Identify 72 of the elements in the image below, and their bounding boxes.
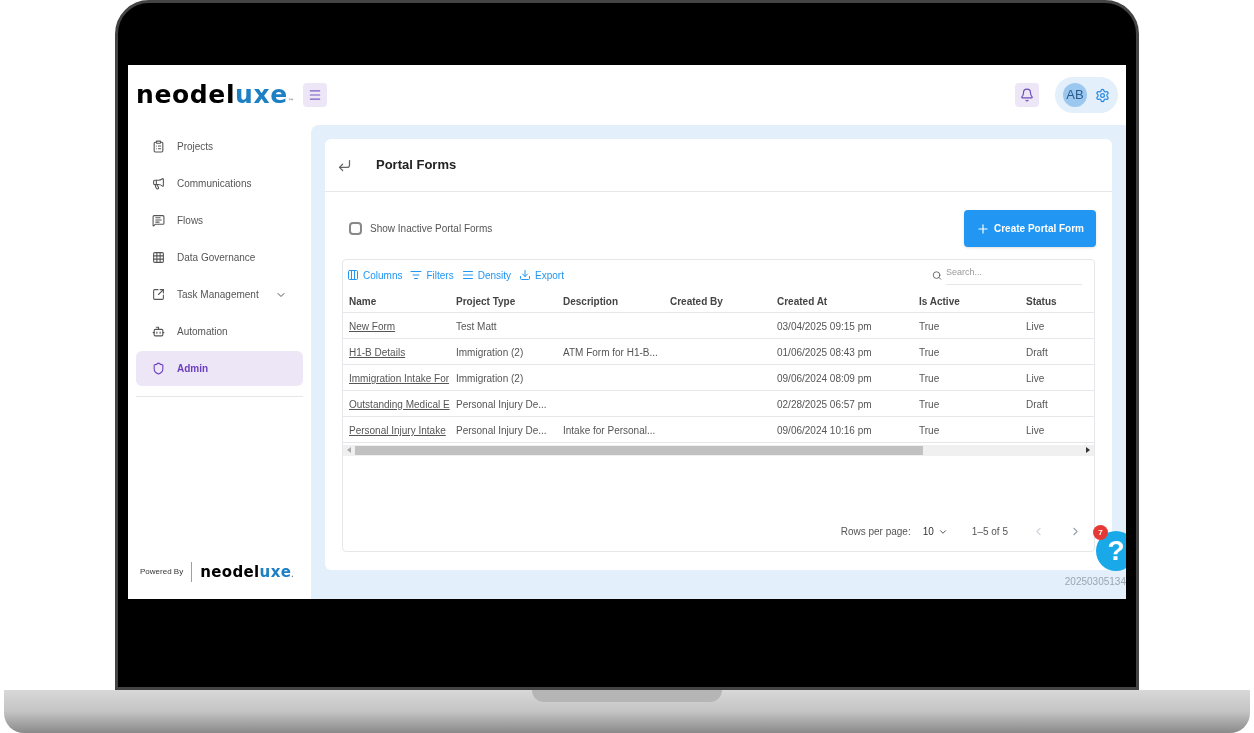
sidebar-item[interactable]: Admin <box>136 351 303 386</box>
sidebar-item[interactable]: Data Governance <box>136 240 303 275</box>
table-cell: True <box>919 425 940 436</box>
column-header[interactable]: Is Active <box>919 296 960 307</box>
powered-by-label: Powered By <box>140 565 184 578</box>
sidebar-item[interactable]: Flows <box>136 203 303 238</box>
clipboard-icon <box>152 140 165 153</box>
form-link[interactable]: Outstanding Medical E <box>349 399 450 410</box>
rows-per-page-select[interactable]: 10 <box>922 524 948 539</box>
table-cell: True <box>919 321 940 332</box>
table-cell: 09/06/2024 08:09 pm <box>777 373 872 384</box>
column-header[interactable]: Name <box>349 296 377 307</box>
notification-button[interactable] <box>1015 83 1039 107</box>
robot-icon <box>152 325 165 338</box>
user-pill[interactable]: AB <box>1055 77 1118 113</box>
form-link[interactable]: Personal Injury Intake <box>349 425 446 436</box>
table-cell: True <box>919 373 940 384</box>
page-title: Portal Forms <box>376 156 457 175</box>
settings-icon[interactable] <box>1095 87 1110 103</box>
rows-per-page-label: Rows per page: <box>840 525 911 539</box>
column-header[interactable]: Created By <box>670 296 723 307</box>
density-icon <box>461 269 474 282</box>
form-link[interactable]: Immigration Intake For <box>349 373 450 384</box>
horizontal-scrollbar[interactable] <box>343 444 1094 456</box>
table-cell: Intake for Personal... <box>563 425 656 436</box>
column-header[interactable]: Project Type <box>456 296 516 307</box>
column-header[interactable]: Created At <box>777 296 828 307</box>
table-cell: True <box>919 399 940 410</box>
table-cell: 01/06/2025 08:43 pm <box>777 347 872 358</box>
checkbox-label: Show Inactive Portal Forms <box>370 222 493 236</box>
task-icon <box>152 288 165 301</box>
menu-button[interactable] <box>302 83 327 107</box>
table-cell: ATM Form for H1-B... <box>563 347 658 358</box>
table-cell: Immigration (2) <box>456 347 524 358</box>
grid-icon <box>152 251 165 264</box>
table-cell: 03/04/2025 09:15 pm <box>777 321 872 332</box>
table-cell: Draft <box>1026 399 1048 410</box>
table-cell: Live <box>1026 373 1045 384</box>
column-header[interactable]: Description <box>563 296 618 307</box>
search-field[interactable]: Search... <box>945 266 1082 285</box>
table-cell: Live <box>1026 425 1045 436</box>
table-cell: 09/06/2024 10:16 pm <box>777 425 872 436</box>
table-cell: True <box>919 347 940 358</box>
table-cell: Draft <box>1026 347 1048 358</box>
megaphone-icon <box>152 177 165 190</box>
table-cell: Live <box>1026 321 1045 332</box>
avatar[interactable]: AB <box>1063 83 1087 107</box>
sidebar-item[interactable]: Automation <box>136 314 303 349</box>
table-cell: Personal Injury De... <box>456 425 547 436</box>
bell-icon <box>1020 88 1034 102</box>
menu-icon <box>307 88 322 102</box>
table-cell: Immigration (2) <box>456 373 524 384</box>
download-icon <box>519 269 532 282</box>
version-number: 20250305134 <box>1064 575 1126 589</box>
shield-icon <box>152 362 165 375</box>
search-icon <box>932 269 942 281</box>
table-cell: Test Matt <box>456 321 497 332</box>
filter-icon <box>410 269 423 282</box>
sidebar-item[interactable]: Task Management <box>136 277 303 312</box>
sidebar-item[interactable]: Communications <box>136 166 303 201</box>
checkbox[interactable] <box>349 222 362 235</box>
column-header[interactable]: Status <box>1026 296 1057 307</box>
plus-icon <box>975 221 990 236</box>
form-link[interactable]: New Form <box>349 321 396 332</box>
table-cell: Personal Injury De... <box>456 399 547 410</box>
back-icon[interactable] <box>337 157 352 173</box>
columns-icon <box>347 269 359 282</box>
sidebar-item[interactable]: Projects <box>136 129 303 164</box>
pagination-range: 1–5 of 5 <box>971 525 1008 539</box>
table-cell: 02/28/2025 06:57 pm <box>777 399 872 410</box>
form-link[interactable]: H1-B Details <box>349 347 406 358</box>
message-icon <box>152 214 165 227</box>
